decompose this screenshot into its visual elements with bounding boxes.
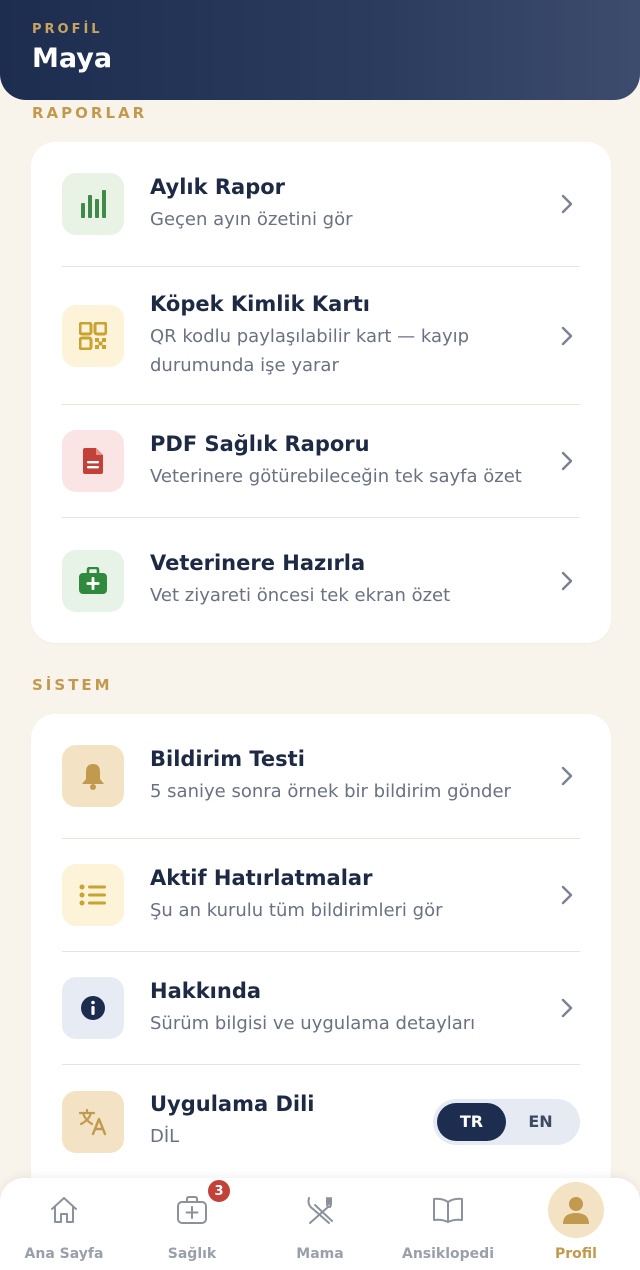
- reports-card: Aylık Rapor Geçen ayın özetini gör Köpek…: [31, 142, 611, 643]
- bell-icon: [62, 745, 124, 807]
- row-prepare-for-vet[interactable]: Veterinere Hazırla Vet ziyareti öncesi t…: [62, 518, 580, 643]
- chevron-right-icon: [561, 766, 573, 786]
- row-subtitle: 5 saniye sonra örnek bir bildirim gönder: [150, 780, 511, 802]
- row-active-reminders[interactable]: Aktif Hatırlatmalar Şu an kurulu tüm bil…: [62, 839, 580, 952]
- tab-home[interactable]: Ana Sayfa: [0, 1178, 128, 1270]
- row-title: Aktif Hatırlatmalar: [150, 865, 373, 890]
- row-notification-test[interactable]: Bildirim Testi 5 saniye sonra örnek bir …: [62, 714, 580, 839]
- tab-food[interactable]: Mama: [256, 1178, 384, 1270]
- row-title: Bildirim Testi: [150, 746, 305, 771]
- chevron-right-icon: [561, 451, 573, 471]
- fork-knife-icon: [304, 1194, 336, 1226]
- info-icon: [62, 977, 124, 1039]
- chevron-right-icon: [561, 571, 573, 590]
- home-icon: [48, 1194, 80, 1226]
- tab-label: Profil: [555, 1246, 597, 1262]
- chevron-right-icon: [561, 998, 573, 1018]
- system-card: Bildirim Testi 5 saniye sonra örnek bir …: [31, 714, 611, 1184]
- row-pdf-health-report[interactable]: PDF Sağlık Raporu Veterinere götürebilec…: [62, 405, 580, 518]
- chevron-right-icon: [561, 885, 573, 905]
- row-monthly-report[interactable]: Aylık Rapor Geçen ayın özetini gör: [62, 142, 580, 267]
- bottom-tab-bar: Ana Sayfa 3 Sağlık Mama Ansiklopedi Prof…: [0, 1178, 640, 1270]
- tab-label: Sağlık: [167, 1246, 217, 1262]
- row-title: Veterinere Hazırla: [150, 551, 366, 575]
- section-label-reports: RAPORLAR: [32, 104, 148, 122]
- person-icon: [548, 1182, 604, 1238]
- row-title: Köpek Kimlik Kartı: [150, 291, 370, 316]
- medical-plus-icon: [176, 1194, 208, 1226]
- chevron-right-icon: [561, 326, 573, 345]
- header-eyebrow: PROFİL: [32, 22, 103, 37]
- chevron-right-icon: [561, 194, 573, 214]
- list-icon: [62, 864, 124, 926]
- language-option-en[interactable]: EN: [506, 1103, 575, 1141]
- row-title: Hakkında: [150, 978, 262, 1003]
- bar-chart-icon: [62, 173, 124, 235]
- qr-code-icon: [62, 304, 124, 367]
- notification-badge: 3: [206, 1178, 232, 1204]
- language-toggle: TR EN: [433, 1098, 580, 1145]
- translate-icon: [62, 1090, 124, 1153]
- row-title: Aylık Rapor: [150, 174, 286, 199]
- row-subtitle: Sürüm bilgisi ve uygulama detayları: [150, 1012, 476, 1034]
- document-icon: [62, 430, 124, 492]
- row-subtitle: Veterinere götürebileceğin tek sayfa öze…: [150, 465, 522, 487]
- row-subtitle: QR kodlu paylaşılabilir kart — kayıp dur…: [150, 325, 470, 376]
- profile-name: Maya: [32, 43, 113, 74]
- tab-profile[interactable]: Profil: [512, 1178, 640, 1270]
- row-subtitle: Geçen ayın özetini gör: [150, 208, 353, 230]
- tab-health[interactable]: 3 Sağlık: [128, 1178, 256, 1270]
- book-icon: [432, 1194, 464, 1226]
- row-subtitle: Vet ziyareti öncesi tek ekran özet: [150, 585, 451, 606]
- tab-label: Ansiklopedi: [402, 1246, 494, 1262]
- row-dog-id-card[interactable]: Köpek Kimlik Kartı QR kodlu paylaşılabil…: [62, 267, 580, 405]
- tab-label: Mama: [296, 1246, 344, 1262]
- row-title: PDF Sağlık Raporu: [150, 431, 370, 456]
- medical-kit-icon: [62, 549, 124, 612]
- tab-encyclopedia[interactable]: Ansiklopedi: [384, 1178, 512, 1270]
- row-about[interactable]: Hakkında Sürüm bilgisi ve uygulama detay…: [62, 952, 580, 1065]
- tab-label: Ana Sayfa: [24, 1246, 104, 1262]
- language-option-tr[interactable]: TR: [437, 1102, 506, 1141]
- row-subtitle: Şu an kurulu tüm bildirimleri gör: [150, 899, 443, 921]
- row-app-language: Uygulama Dili DİL TR EN: [62, 1065, 580, 1178]
- profile-header: PROFİL Maya: [0, 0, 640, 100]
- section-label-system: SİSTEM: [32, 676, 113, 694]
